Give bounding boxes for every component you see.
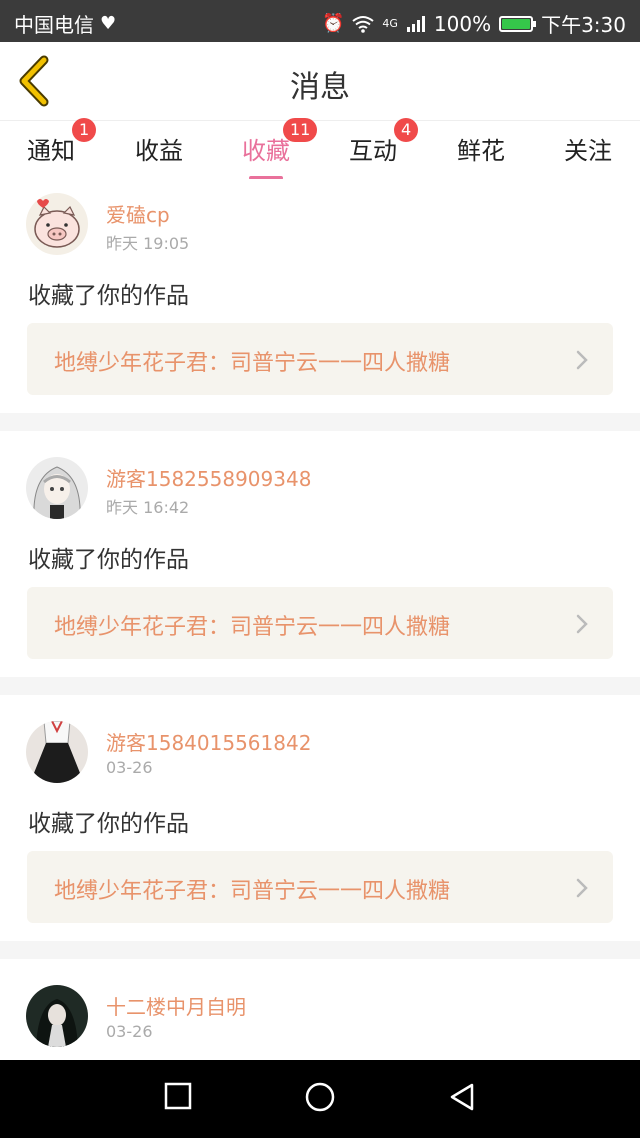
list-item: 十二楼中月自明 03-26 xyxy=(0,959,640,1060)
battery-charging-icon xyxy=(499,15,537,32)
tab-label: 关注 xyxy=(564,137,612,165)
dress-avatar[interactable] xyxy=(26,721,88,783)
status-bar: 中国电信 ♥ ⏰ 4G 100% 下午3:30 xyxy=(0,0,640,42)
tab-label: 收益 xyxy=(135,137,183,165)
network-label: 4G xyxy=(382,17,398,30)
divider xyxy=(0,677,640,695)
tab-following[interactable]: 关注 xyxy=(543,131,633,166)
tab-bar: 通知 1 收益 收藏 11 互动 4 鲜花 关注 xyxy=(0,118,640,180)
tab-interactions[interactable]: 互动 4 xyxy=(328,118,419,166)
work-title: 地缚少年花子君：司普宁云一一四人撒糖 xyxy=(54,615,451,640)
battery-fill xyxy=(502,18,531,29)
work-link[interactable]: 地缚少年花子君：司普宁云一一四人撒糖 xyxy=(27,851,613,923)
tab-favorites[interactable]: 收藏 11 xyxy=(221,118,318,180)
chevron-right-icon xyxy=(576,878,588,898)
timestamp: 03-26 xyxy=(106,758,153,777)
tab-notifications[interactable]: 通知 1 xyxy=(6,118,97,166)
chevron-right-icon xyxy=(576,614,588,634)
action-text: 收藏了你的作品 xyxy=(28,811,189,837)
divider xyxy=(0,941,640,959)
work-link[interactable]: 地缚少年花子君：司普宁云一一四人撒糖 xyxy=(27,587,613,659)
tab-label: 收藏 xyxy=(242,137,290,165)
back-icon[interactable] xyxy=(448,1082,476,1112)
work-title: 地缚少年花子君：司普宁云一一四人撒糖 xyxy=(54,351,451,376)
alarm-icon: ⏰ xyxy=(321,12,345,34)
tab-label: 鲜花 xyxy=(457,137,505,165)
action-text: 收藏了你的作品 xyxy=(28,547,189,573)
pig-avatar[interactable] xyxy=(26,193,88,255)
tab-earnings[interactable]: 收益 xyxy=(114,131,204,166)
user-name[interactable]: 十二楼中月自明 xyxy=(106,991,246,1020)
dark-portrait-avatar[interactable] xyxy=(26,985,88,1047)
unread-badge: 4 xyxy=(394,118,419,142)
user-name[interactable]: 游客1582558909348 xyxy=(106,463,311,492)
page-title: 消息 xyxy=(290,70,350,105)
anime-girl-avatar[interactable] xyxy=(26,457,88,519)
user-name[interactable]: 游客1584015561842 xyxy=(106,727,311,756)
recent-apps-icon[interactable] xyxy=(164,1082,192,1110)
list-item: 游客1584015561842 03-26 收藏了你的作品 地缚少年花子君：司普… xyxy=(0,695,640,929)
tab-label: 互动 xyxy=(349,137,397,165)
action-text: 收藏了你的作品 xyxy=(28,283,189,309)
battery-percent: 100% xyxy=(433,11,492,36)
timestamp: 昨天 16:42 xyxy=(106,498,190,517)
work-title: 地缚少年花子君：司普宁云一一四人撒糖 xyxy=(54,879,451,904)
unread-badge: 11 xyxy=(283,118,318,142)
list-item: 爱磕cp 昨天 19:05 收藏了你的作品 地缚少年花子君：司普宁云一一四人撒糖 xyxy=(0,179,640,413)
system-nav-bar xyxy=(0,1060,640,1138)
timestamp: 昨天 19:05 xyxy=(106,234,190,253)
user-name[interactable]: 爱磕cp xyxy=(106,199,170,228)
home-icon[interactable] xyxy=(304,1081,336,1113)
heart-monitor-icon: ♥ xyxy=(100,12,117,34)
signal-icon xyxy=(406,15,425,32)
header: 消息 xyxy=(0,42,640,121)
list-item: 游客1582558909348 昨天 16:42 收藏了你的作品 地缚少年花子君… xyxy=(0,431,640,665)
unread-badge: 1 xyxy=(72,118,97,142)
wifi-icon xyxy=(352,15,374,33)
clock: 下午3:30 xyxy=(541,13,626,37)
chevron-right-icon xyxy=(576,350,588,370)
divider xyxy=(0,413,640,431)
work-link[interactable]: 地缚少年花子君：司普宁云一一四人撒糖 xyxy=(27,323,613,395)
tab-flowers[interactable]: 鲜花 xyxy=(436,131,526,166)
carrier-label: 中国电信 xyxy=(14,13,94,37)
tab-label: 通知 xyxy=(27,137,75,165)
timestamp: 03-26 xyxy=(106,1022,153,1041)
